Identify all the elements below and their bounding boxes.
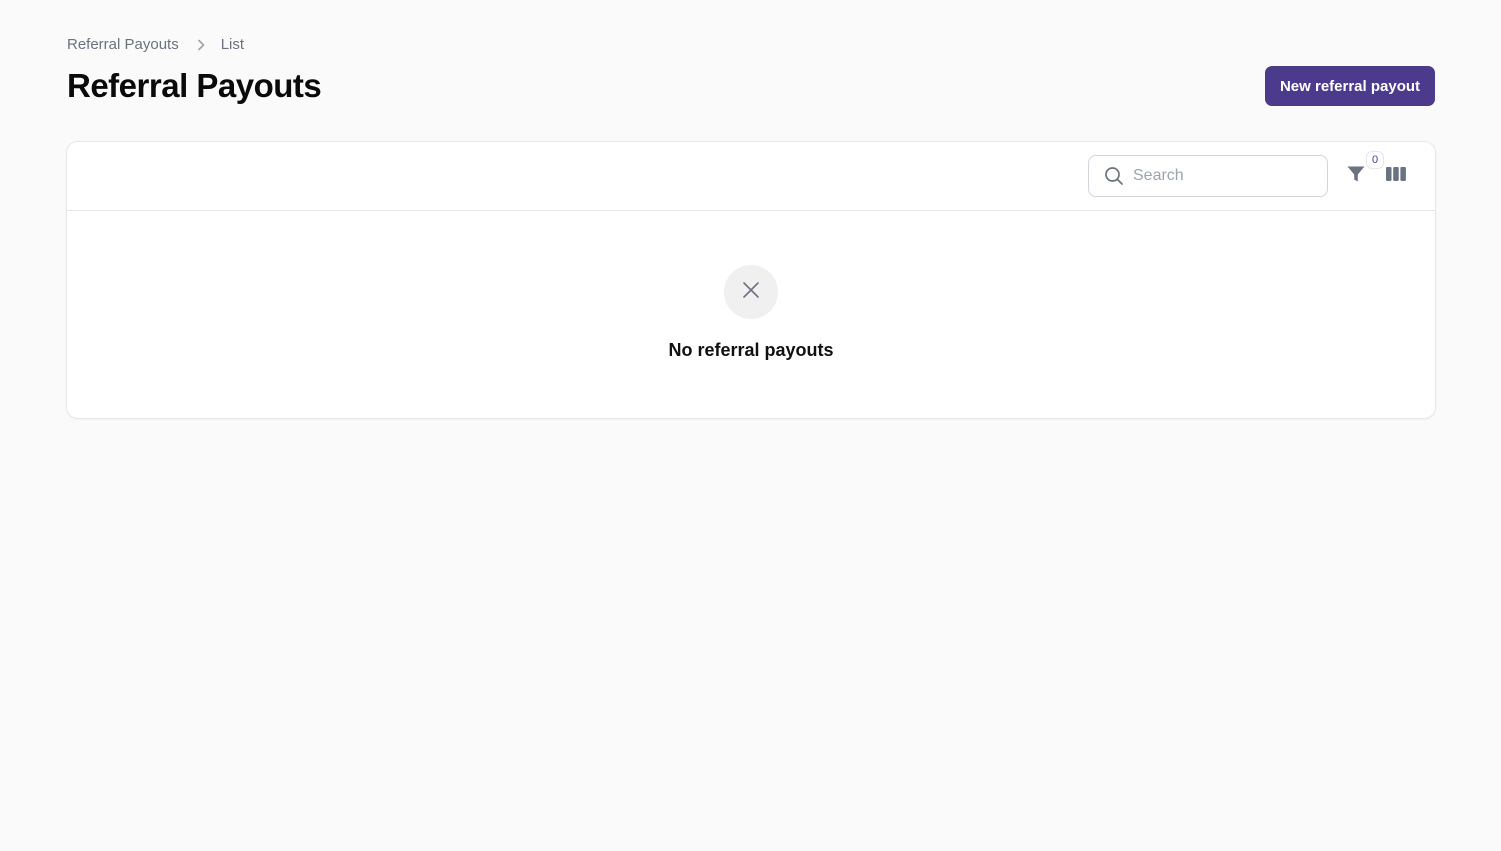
toggle-columns-button[interactable] (1384, 164, 1408, 188)
columns-icon (1385, 165, 1407, 188)
chevron-right-icon (194, 38, 208, 52)
breadcrumb-item-list: List (220, 36, 245, 53)
empty-state-heading: No referral payouts (668, 340, 834, 360)
table-panel: 0 No referral payouts (66, 141, 1436, 419)
breadcrumb-item-referral-payouts[interactable]: Referral Payouts (67, 36, 179, 53)
close-icon (741, 280, 761, 305)
page: Referral Payouts List Referral Payouts N… (0, 0, 1501, 851)
search-icon (1103, 165, 1125, 187)
table-toolbar: 0 (67, 142, 1435, 211)
filter-button[interactable] (1344, 164, 1368, 188)
new-referral-payout-button[interactable]: New referral payout (1265, 66, 1435, 106)
search-field[interactable] (1088, 155, 1328, 197)
search-input[interactable] (1133, 167, 1313, 185)
empty-state: No referral payouts (67, 211, 1435, 418)
empty-state-icon-wrapper (724, 265, 778, 319)
funnel-icon (1346, 164, 1366, 189)
page-title: Referral Payouts (67, 67, 322, 104)
filter-count-badge: 0 (1366, 151, 1384, 169)
breadcrumb: Referral Payouts List (67, 36, 244, 53)
